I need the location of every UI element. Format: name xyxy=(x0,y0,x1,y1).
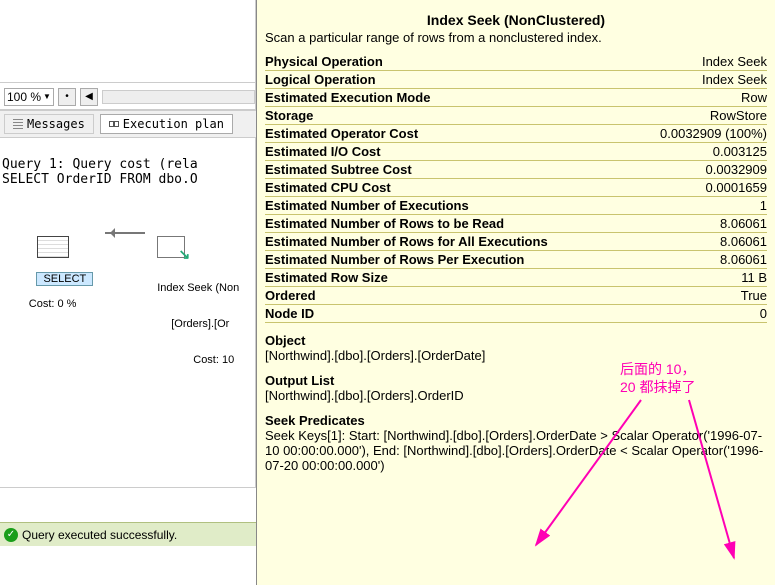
index-seek-line1: Index Seek (Non xyxy=(157,282,239,294)
operator-tooltip: Index Seek (NonClustered) Scan a particu… xyxy=(256,0,775,585)
zoom-dot-button[interactable]: • xyxy=(58,88,76,106)
property-key: Logical Operation xyxy=(265,71,629,89)
property-value: 0.003125 xyxy=(629,143,767,161)
property-key: Estimated Number of Rows for All Executi… xyxy=(265,233,629,251)
tooltip-seekpredicates-heading: Seek Predicates xyxy=(265,413,767,428)
index-seek-line3: Cost: 10 xyxy=(157,354,239,366)
property-row: Estimated Row Size11 B xyxy=(265,269,767,287)
select-operator-label: SELECT xyxy=(36,272,93,286)
property-row: Estimated Number of Rows to be Read8.060… xyxy=(265,215,767,233)
property-row: OrderedTrue xyxy=(265,287,767,305)
property-key: Estimated Number of Rows to be Read xyxy=(265,215,629,233)
property-value: True xyxy=(629,287,767,305)
property-value: 0.0032909 xyxy=(629,161,767,179)
tab-plan-label: Execution plan xyxy=(123,117,224,131)
tab-execution-plan[interactable]: Execution plan xyxy=(100,114,233,134)
property-row: Physical OperationIndex Seek xyxy=(265,53,767,71)
property-key: Physical Operation xyxy=(265,53,629,71)
execution-plan-icon xyxy=(109,119,119,129)
property-row: Estimated I/O Cost0.003125 xyxy=(265,143,767,161)
plan-flow-arrow xyxy=(105,222,145,244)
property-value: Row xyxy=(629,89,767,107)
status-bar: ✓ Query executed successfully. xyxy=(0,522,256,546)
tooltip-object-heading: Object xyxy=(265,333,767,348)
index-seek-operator-icon[interactable] xyxy=(157,236,185,258)
property-row: Estimated Operator Cost0.0032909 (100%) xyxy=(265,125,767,143)
tooltip-description: Scan a particular range of rows from a n… xyxy=(265,30,767,45)
property-key: Estimated CPU Cost xyxy=(265,179,629,197)
property-value: 11 B xyxy=(629,269,767,287)
property-value: RowStore xyxy=(629,107,767,125)
property-value: 8.06061 xyxy=(629,251,767,269)
property-value: Index Seek xyxy=(629,71,767,89)
property-key: Ordered xyxy=(265,287,629,305)
horizontal-scrollbar[interactable] xyxy=(102,90,255,104)
property-row: Estimated CPU Cost0.0001659 xyxy=(265,179,767,197)
property-key: Estimated Subtree Cost xyxy=(265,161,629,179)
status-success-icon: ✓ xyxy=(4,528,18,542)
query-header-line2: SELECT OrderID FROM dbo.O xyxy=(2,172,198,187)
property-row: StorageRowStore xyxy=(265,107,767,125)
tooltip-outputlist-value: [Northwind].[dbo].[Orders].OrderID xyxy=(265,388,767,403)
query-header-line1: Query 1: Query cost (rela xyxy=(2,157,198,172)
execution-plan-pane[interactable]: Query 1: Query cost (rela SELECT OrderID… xyxy=(0,138,256,488)
property-key: Estimated Row Size xyxy=(265,269,629,287)
property-value: 0 xyxy=(629,305,767,323)
property-row: Estimated Number of Executions1 xyxy=(265,197,767,215)
zoom-value: 100 % xyxy=(7,90,41,104)
tooltip-outputlist-heading: Output List xyxy=(265,373,767,388)
property-row: Estimated Number of Rows Per Execution8.… xyxy=(265,251,767,269)
property-row: Estimated Subtree Cost0.0032909 xyxy=(265,161,767,179)
property-key: Estimated Number of Executions xyxy=(265,197,629,215)
tooltip-title: Index Seek (NonClustered) xyxy=(265,12,767,28)
tab-messages[interactable]: Messages xyxy=(4,114,94,134)
property-value: 8.06061 xyxy=(629,215,767,233)
tab-messages-label: Messages xyxy=(27,117,85,131)
property-row: Logical OperationIndex Seek xyxy=(265,71,767,89)
property-value: 8.06061 xyxy=(629,233,767,251)
property-row: Estimated Execution ModeRow xyxy=(265,89,767,107)
messages-icon xyxy=(13,119,23,129)
property-key: Storage xyxy=(265,107,629,125)
property-key: Node ID xyxy=(265,305,629,323)
property-row: Node ID0 xyxy=(265,305,767,323)
scroll-left-button[interactable]: ◀ xyxy=(80,88,98,106)
property-key: Estimated Operator Cost xyxy=(265,125,629,143)
zoom-dropdown[interactable]: 100 % ▼ xyxy=(4,88,54,106)
select-operator-icon[interactable] xyxy=(37,236,69,258)
property-key: Estimated Number of Rows Per Execution xyxy=(265,251,629,269)
property-value: 0.0032909 (100%) xyxy=(629,125,767,143)
select-operator-cost: Cost: 0 % xyxy=(12,298,93,310)
status-text: Query executed successfully. xyxy=(22,528,177,542)
property-value: Index Seek xyxy=(629,53,767,71)
property-key: Estimated I/O Cost xyxy=(265,143,629,161)
tooltip-object-value: [Northwind].[dbo].[Orders].[OrderDate] xyxy=(265,348,767,363)
tooltip-properties-table: Physical OperationIndex SeekLogical Oper… xyxy=(265,53,767,323)
property-key: Estimated Execution Mode xyxy=(265,89,629,107)
property-value: 1 xyxy=(629,197,767,215)
tooltip-seekpredicates-value: Seek Keys[1]: Start: [Northwind].[dbo].[… xyxy=(265,428,767,473)
property-row: Estimated Number of Rows for All Executi… xyxy=(265,233,767,251)
index-seek-line2: [Orders].[Or xyxy=(157,318,239,330)
chevron-down-icon: ▼ xyxy=(43,92,51,101)
property-value: 0.0001659 xyxy=(629,179,767,197)
